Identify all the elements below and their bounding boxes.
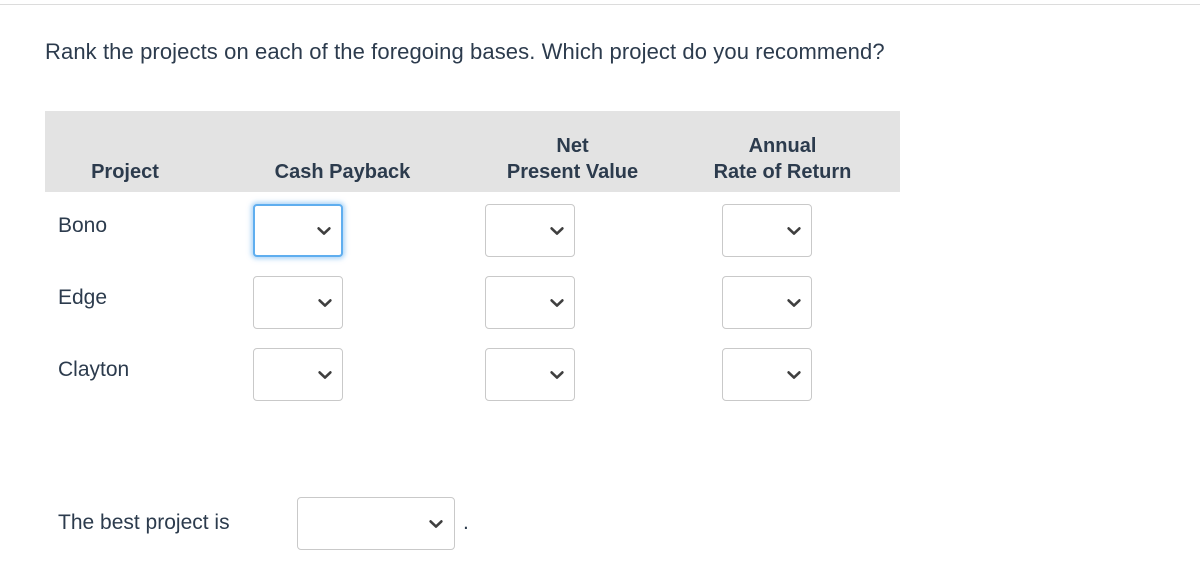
question-prompt: Rank the projects on each of the foregoi… xyxy=(45,39,885,64)
top-divider xyxy=(0,4,1200,5)
dropdown-clayton-annual-rate-of-return[interactable] xyxy=(722,348,812,401)
row-label-project: Clayton xyxy=(58,358,130,381)
column-header-net-present-value: Net Present Value xyxy=(480,133,665,185)
chevron-down-icon xyxy=(549,223,565,239)
table-body: Bono Edge Clayton xyxy=(45,192,900,407)
dropdown-bono-cash-payback[interactable] xyxy=(253,204,343,257)
column-header-annual-rate-of-return-line1: Annual xyxy=(748,135,817,157)
project-ranking-table: Project Cash Payback Net Present Value A… xyxy=(45,111,900,407)
table-row: Clayton xyxy=(45,348,900,420)
table-row: Edge xyxy=(45,276,900,348)
column-header-cash-payback-line2: Cash Payback xyxy=(274,161,411,183)
chevron-down-icon xyxy=(549,367,565,383)
dropdown-clayton-cash-payback[interactable] xyxy=(253,348,343,401)
column-header-net-present-value-line1: Net xyxy=(556,135,589,157)
best-project-period: . xyxy=(463,511,469,534)
table-row: Bono xyxy=(45,204,900,276)
chevron-down-icon xyxy=(549,295,565,311)
dropdown-bono-net-present-value[interactable] xyxy=(485,204,575,257)
column-header-net-present-value-line2: Present Value xyxy=(506,161,639,183)
dropdown-edge-annual-rate-of-return[interactable] xyxy=(722,276,812,329)
best-project-label: The best project is xyxy=(58,511,230,534)
dropdown-best-project[interactable] xyxy=(297,497,455,550)
chevron-down-icon xyxy=(786,367,802,383)
row-label-project: Bono xyxy=(58,214,108,237)
column-header-project-line2: Project xyxy=(91,161,159,183)
dropdown-edge-cash-payback[interactable] xyxy=(253,276,343,329)
dropdown-clayton-net-present-value[interactable] xyxy=(485,348,575,401)
question-page: Rank the projects on each of the foregoi… xyxy=(0,0,1200,588)
chevron-down-icon xyxy=(316,223,332,239)
column-header-annual-rate-of-return-line2: Rate of Return xyxy=(713,161,852,183)
chevron-down-icon xyxy=(786,223,802,239)
column-header-cash-payback: Cash Payback xyxy=(205,159,480,185)
dropdown-edge-net-present-value[interactable] xyxy=(485,276,575,329)
column-header-annual-rate-of-return: Annual Rate of Return xyxy=(665,133,900,185)
table-header-row: Project Cash Payback Net Present Value A… xyxy=(45,111,900,192)
row-label-project: Edge xyxy=(58,286,108,309)
dropdown-bono-annual-rate-of-return[interactable] xyxy=(722,204,812,257)
chevron-down-icon xyxy=(317,367,333,383)
column-header-project: Project xyxy=(45,159,205,185)
chevron-down-icon xyxy=(786,295,802,311)
chevron-down-icon xyxy=(317,295,333,311)
chevron-down-icon xyxy=(428,516,444,532)
